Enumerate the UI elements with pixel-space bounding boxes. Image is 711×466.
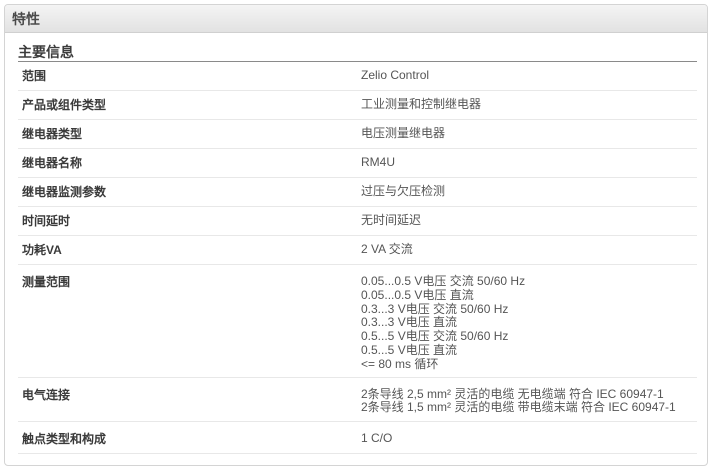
spec-label: 产品或组件类型	[22, 98, 107, 112]
panel-title: 特性	[12, 10, 40, 27]
characteristics-panel: 特性 主要信息 范围 Zelio Control 产品或组件类型 工业测量和控制…	[4, 4, 708, 466]
spec-value-line: 0.3...3 V电压 交流 50/60 Hz	[361, 301, 509, 316]
spec-value: 工业测量和控制继电器	[357, 91, 697, 119]
spec-label: 测量范围	[22, 275, 71, 289]
spec-value-line: 过压与欠压检测	[361, 184, 446, 198]
section-title: 主要信息	[18, 44, 697, 62]
spec-row-time-delay: 时间延时 无时间延迟	[18, 207, 697, 236]
spec-value-line: 1 C/O	[361, 431, 393, 446]
spec-value-line: 0.05...0.5 V电压 交流 50/60 Hz	[361, 274, 526, 288]
spec-row-power-consumption: 功耗VA 2 VA 交流	[18, 236, 697, 265]
spec-row-relay-type: 继电器类型 电压测量继电器	[18, 120, 697, 149]
spec-row-range: 范围 Zelio Control	[18, 62, 697, 91]
spec-row-electrical-connection: 电气连接 2条导线 2,5 mm² 灵活的电缆 无电缆端 符合 IEC 6094…	[18, 378, 697, 423]
spec-value: 2条导线 2,5 mm² 灵活的电缆 无电缆端 符合 IEC 60947-1 2…	[357, 378, 697, 422]
spec-value: 过压与欠压检测	[357, 178, 697, 206]
spec-label: 继电器监测参数	[22, 185, 107, 199]
spec-value: 2 VA 交流	[357, 236, 697, 264]
spec-value-line: 无时间延迟	[361, 213, 422, 227]
spec-value-line: 0.5...5 V电压 交流 50/60 Hz	[361, 329, 509, 344]
spec-value-line: 工业测量和控制继电器	[361, 97, 482, 111]
spec-label: 电气连接	[22, 387, 71, 402]
spec-row-monitored-params: 继电器监测参数 过压与欠压检测	[18, 178, 697, 207]
spec-row-product-type: 产品或组件类型 工业测量和控制继电器	[18, 91, 697, 120]
spec-label: 继电器类型	[22, 127, 83, 141]
spec-label: 时间延时	[22, 214, 71, 228]
spec-row-measurement-range: 测量范围 0.05...0.5 V电压 交流 50/60 Hz 0.05...0…	[18, 265, 697, 378]
spec-value-line: <= 80 ms 循环	[361, 356, 439, 371]
spec-value-line: Zelio Control	[361, 68, 430, 82]
spec-value: RM4U	[357, 149, 697, 177]
spec-label: 触点类型和构成	[22, 432, 107, 447]
spec-value: 电压测量继电器	[357, 120, 697, 148]
spec-row-relay-name: 继电器名称 RM4U	[18, 149, 697, 178]
spec-value-line: 2条导线 1,5 mm² 灵活的电缆 带电缆末端 符合 IEC 60947-1	[361, 400, 676, 415]
spec-value: Zelio Control	[357, 62, 697, 90]
spec-value: 无时间延迟	[357, 207, 697, 235]
spec-value: 0.05...0.5 V电压 交流 50/60 Hz 0.05...0.5 V电…	[357, 265, 697, 377]
spec-value-line: 2 VA 交流	[361, 242, 413, 256]
spec-value-line: 0.05...0.5 V电压 直流	[361, 287, 474, 302]
spec-label: 功耗VA	[22, 243, 62, 257]
specs-table: 范围 Zelio Control 产品或组件类型 工业测量和控制继电器 继电器类…	[18, 62, 697, 455]
spec-value-line: 电压测量继电器	[361, 126, 446, 140]
spec-label: 继电器名称	[22, 156, 83, 170]
spec-label: 范围	[22, 69, 47, 83]
spec-value-line: RM4U	[361, 155, 396, 169]
spec-row-contact-type: 触点类型和构成 1 C/O	[18, 422, 697, 455]
spec-value: 1 C/O	[357, 422, 697, 453]
spec-value-line: 0.5...5 V电压 直流	[361, 342, 458, 357]
panel-header: 特性	[5, 5, 707, 33]
